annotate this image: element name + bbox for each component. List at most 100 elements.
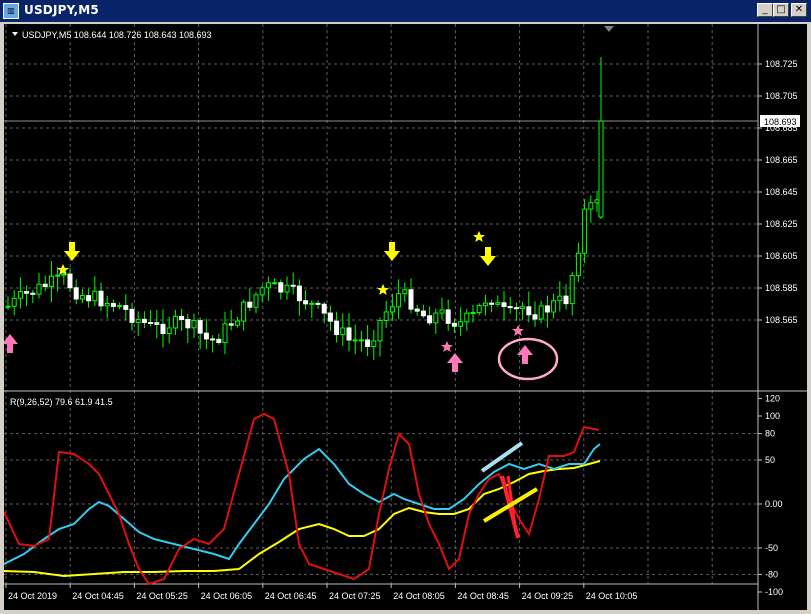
candle-body: [110, 303, 116, 307]
candle-body: [408, 289, 414, 310]
candle-body: [507, 306, 513, 309]
signal-markers: [2, 231, 559, 381]
candle-body: [464, 312, 470, 323]
price-tick-label: 108.565: [765, 315, 798, 325]
time-tick-label: 24 Oct 09:25: [522, 591, 574, 601]
star-icon: [57, 264, 69, 275]
minimize-button[interactable]: _: [757, 3, 773, 17]
candle-body: [185, 318, 191, 329]
candle-body: [210, 338, 216, 341]
candle-body: [55, 274, 61, 277]
candle-body: [11, 297, 17, 307]
candle-body: [166, 327, 172, 334]
candle-body: [358, 339, 364, 342]
time-axis: 24 Oct 2019 24 Oct 04:45 24 Oct 05:25 24 Oc…: [5, 584, 638, 601]
candle-body: [383, 311, 389, 322]
candle-body: [476, 305, 482, 314]
star-icon: [441, 341, 453, 352]
candle-body: [191, 320, 197, 329]
star-icon: [512, 325, 524, 336]
window-title: USDJPY,M5: [24, 3, 99, 17]
candle-body: [420, 310, 426, 317]
candle-body: [160, 323, 166, 334]
candle-body: [513, 307, 519, 310]
candle-body: [532, 314, 538, 320]
maximize-button[interactable]: □: [773, 3, 789, 17]
time-tick-label: 24 Oct 04:45: [72, 591, 124, 601]
candle-body: [495, 302, 501, 305]
candle-body: [272, 282, 278, 285]
candle-body: [433, 312, 439, 324]
price-tick-label: 108.625: [765, 219, 798, 229]
candle-body: [197, 320, 203, 334]
candle-body: [321, 303, 327, 314]
candle-body: [569, 275, 575, 305]
candle-body: [551, 300, 557, 313]
candle-body: [598, 120, 604, 218]
candle-body: [309, 302, 315, 305]
title-bar: ▥ USDJPY,M5 _ □ ✕: [0, 0, 811, 22]
indicator-tick-label: -80: [765, 569, 778, 579]
candle-body: [334, 320, 340, 336]
candle-body: [284, 284, 290, 293]
candle-body: [265, 282, 271, 289]
time-tick-label: 24 Oct 08:05: [393, 591, 445, 601]
collapse-triangle-icon[interactable]: [12, 32, 18, 36]
candle-body: [315, 302, 321, 305]
candle-body: [290, 284, 296, 287]
candle-body: [451, 322, 457, 327]
candle-body: [278, 282, 284, 293]
candle-body: [179, 315, 185, 320]
price-tick-label: 108.605: [765, 251, 798, 261]
indicator-tick-label: 80: [765, 429, 775, 439]
candle-body: [172, 315, 178, 329]
candle-body: [148, 321, 154, 324]
time-tick-label: 24 Oct 2019: [8, 591, 57, 601]
time-tick-label: 24 Oct 08:45: [457, 591, 509, 601]
candle-body: [123, 305, 129, 310]
buy-arrow-icon: [447, 353, 463, 372]
time-tick-label: 24 Oct 07:25: [329, 591, 381, 601]
star-icon: [377, 284, 389, 295]
price-tick-label: 108.705: [765, 91, 798, 101]
candle-body: [86, 295, 92, 302]
current-price-tag: 108.693: [760, 115, 800, 127]
candle-body: [365, 339, 371, 347]
candle-body: [402, 289, 408, 295]
candle-body: [445, 309, 451, 324]
candle-body: [61, 273, 67, 276]
candle-body: [141, 318, 147, 323]
close-button[interactable]: ✕: [791, 3, 807, 17]
candle-body: [470, 312, 476, 315]
candle-body: [203, 332, 209, 340]
candle-body: [303, 300, 309, 305]
candle-body: [154, 322, 160, 325]
candle-body: [117, 305, 123, 308]
candle-body: [17, 291, 23, 299]
chart-window-icon: ▥: [3, 3, 19, 19]
star-icon: [473, 231, 485, 242]
candle-body: [98, 290, 104, 307]
time-tick-label: 24 Oct 06:45: [265, 591, 317, 601]
candle-body: [48, 275, 54, 288]
candle-body: [458, 321, 464, 327]
chart-shift-marker[interactable]: [604, 26, 614, 32]
sell-arrow-icon: [384, 242, 400, 261]
candle-body: [340, 327, 346, 336]
candle-body: [371, 340, 377, 347]
symbol-header: USDJPY,M5 108.644 108.726 108.643 108.69…: [22, 30, 211, 40]
candle-body: [538, 305, 544, 320]
indicator-tick-label: 50: [765, 455, 775, 465]
indicator-scale: 120 100 80 50 0.00 -50 -80 -100: [758, 393, 783, 597]
chart-window[interactable]: USDJPY,M5 108.644 108.726 108.643 108.69…: [2, 24, 807, 610]
candle-body: [557, 295, 563, 302]
candle-body: [389, 306, 395, 313]
indicator-header: R(9,26,52) 79.6 61.9 41.5: [10, 397, 113, 407]
candle-body: [439, 309, 445, 314]
sell-arrow-icon: [64, 242, 80, 261]
candle-body: [247, 301, 253, 308]
price-tick-label: 108.665: [765, 155, 798, 165]
candle-body: [377, 320, 383, 342]
time-tick-label: 24 Oct 10:05: [586, 591, 638, 601]
candle-body: [544, 305, 550, 313]
